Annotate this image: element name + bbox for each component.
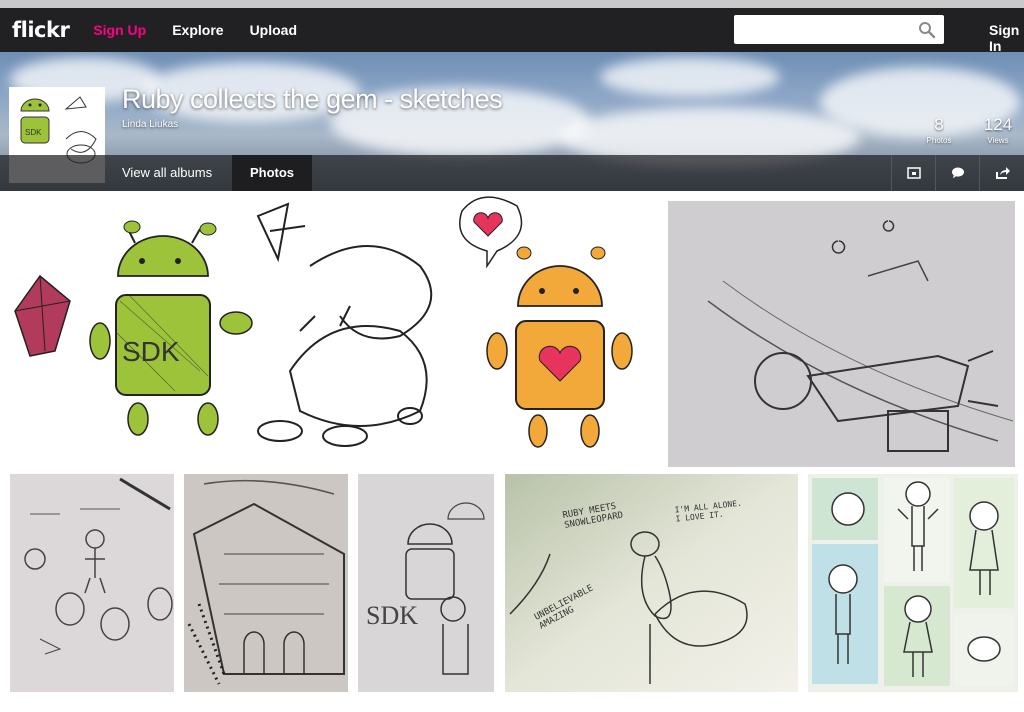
views-count: 124 [983, 115, 1013, 134]
share-icon [995, 167, 1010, 179]
android-sdk-drawing: SDK [358, 474, 494, 692]
banner-cloud [600, 57, 780, 97]
slideshow-icon [906, 167, 921, 179]
photos-stat: 8 Photos [924, 115, 954, 145]
share-button[interactable] [979, 155, 1023, 191]
signin-link[interactable]: Sign In [989, 22, 1024, 54]
comments-button[interactable] [935, 155, 979, 191]
comment-icon [951, 167, 964, 179]
sdk-sketch-text: SDK [366, 601, 418, 630]
search-icon[interactable] [918, 21, 936, 39]
photo-android-sdk-sketch[interactable]: SDK [358, 474, 494, 692]
slideshow-button[interactable] [891, 155, 935, 191]
photos-count: 8 [934, 115, 944, 134]
album-subnav: View all albums Photos [0, 155, 1024, 191]
photo-city-sketch[interactable] [184, 474, 348, 692]
photo-ruby-meets-snowleopard[interactable]: RUBY MEETS SNOWLEOPARD I'M ALL ALONE. I … [505, 474, 798, 692]
photo-character-studies[interactable] [10, 474, 174, 692]
album-title: Ruby collects the gem - sketches [122, 84, 503, 114]
photo-android-sketches[interactable]: SDK [0, 191, 666, 467]
sdk-text: SDK [122, 336, 180, 367]
flickr-logo[interactable]: flickr [12, 18, 70, 42]
top-nav: flickr Sign Up Explore Upload Sign In [0, 8, 1024, 54]
snowleopard-drawing [505, 474, 798, 692]
browser-top-strip [0, 0, 1024, 8]
girl-collage-drawing [808, 474, 1018, 692]
views-label: Views [987, 136, 1009, 145]
ruby-flying-drawing [668, 201, 1015, 467]
photo-ruby-flying[interactable] [668, 201, 1015, 467]
search-input[interactable] [734, 15, 944, 44]
album-owner[interactable]: Linda Liukas [122, 119, 178, 130]
svg-text:SDK: SDK [25, 128, 42, 137]
tab-view-all-albums[interactable]: View all albums [122, 155, 212, 191]
photos-label: Photos [926, 136, 952, 145]
character-studies-drawing [10, 474, 174, 692]
upload-link[interactable]: Upload [250, 22, 297, 38]
city-sketch-drawing [184, 474, 348, 692]
views-stat: 124 Views [978, 115, 1018, 145]
photo-girl-collage[interactable] [808, 474, 1018, 692]
android-sketches-drawing: SDK [14, 196, 633, 448]
explore-link[interactable]: Explore [172, 22, 223, 38]
tab-photos[interactable]: Photos [232, 155, 312, 191]
signup-link[interactable]: Sign Up [93, 22, 146, 38]
